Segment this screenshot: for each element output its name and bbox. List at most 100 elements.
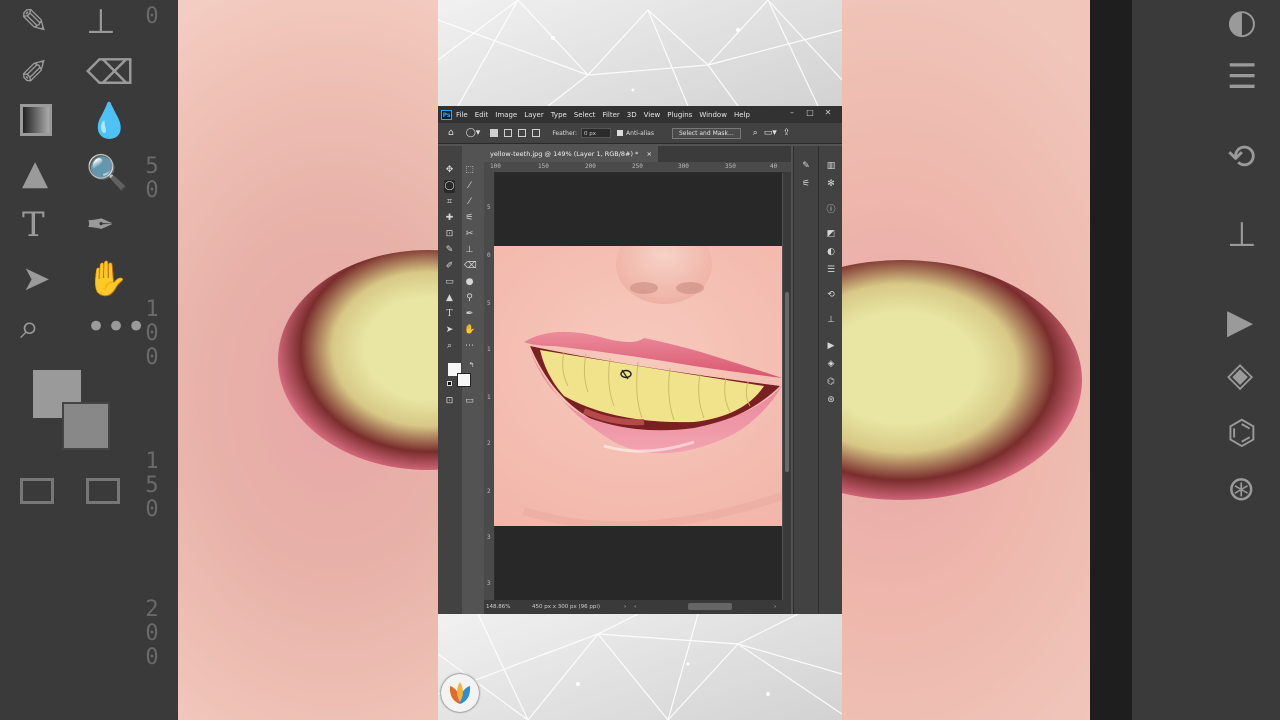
lasso-icon[interactable]: ◯ [444, 180, 455, 193]
search-icon[interactable]: ⌕ [753, 128, 758, 138]
color-icon[interactable]: ◩ [825, 228, 837, 240]
blur-icon[interactable]: ● [464, 276, 475, 289]
brush-icon: ✎ [20, 2, 49, 42]
tools-panel: ✥ ⬚ ◯ ⁄ ⌗ ⁄ ✚ ⚟ ⊡ ✂ ✎ ⊥ ✐ ⌫ ▭ ● ▲ ⚲ T ✒ … [438, 146, 477, 614]
layers-icon[interactable]: ◈ [825, 358, 837, 370]
zoom-level[interactable]: 148.86% [486, 600, 510, 614]
brush-icon[interactable]: ✎ [444, 244, 455, 257]
menu-layer[interactable]: Layer [524, 111, 544, 119]
workspace-icon[interactable]: ▭▾ [764, 128, 777, 138]
crop-icon[interactable]: ⌗ [444, 196, 455, 209]
menu-file[interactable]: File [456, 111, 468, 119]
more-icon: ••• [86, 307, 147, 347]
ruler-label: 5 [487, 204, 491, 211]
new-selection-icon[interactable] [490, 129, 499, 137]
ruler-label: 5 [487, 300, 491, 307]
history-brush-icon[interactable]: ✐ [444, 260, 455, 273]
scroll-right-icon[interactable]: › [774, 600, 776, 614]
eraser-icon[interactable]: ⌫ [464, 260, 477, 273]
libraries-icon[interactable]: ▥ [825, 160, 837, 172]
menu-edit[interactable]: Edit [475, 111, 489, 119]
ruler-label: 40 [770, 163, 778, 170]
add-selection-icon[interactable] [504, 129, 513, 137]
menu-window[interactable]: Window [699, 111, 727, 119]
antialias-checkbox[interactable] [617, 130, 624, 136]
paths-icon[interactable]: ⌬ [825, 376, 837, 388]
layers-icon: ◈ [1227, 355, 1254, 395]
shape-icon[interactable]: ▲ [444, 292, 455, 305]
share-icon[interactable]: ⇪ [783, 128, 791, 138]
scroll-left-icon[interactable]: ‹ [634, 600, 636, 614]
patch-icon[interactable]: ⊡ [444, 228, 455, 241]
gradient-icon[interactable]: ▭ [444, 276, 455, 289]
subtract-selection-icon[interactable] [518, 129, 527, 137]
clone-icon[interactable]: ✂ [464, 228, 475, 241]
sliders-icon[interactable]: ☰ [825, 264, 837, 276]
menu-plugins[interactable]: Plugins [667, 111, 692, 119]
actions-play-icon[interactable]: ▶ [825, 340, 837, 352]
background-color-swatch[interactable] [457, 373, 471, 387]
info-arrow-icon[interactable]: › [624, 600, 626, 614]
ruler-icon[interactable]: ⚟ [464, 212, 475, 225]
screen-mode-icon[interactable]: ▭ [464, 395, 475, 408]
eyedropper-icon[interactable]: ⁄ [464, 196, 475, 209]
options-bar: ⌂ ◯▾ Feather: 0 px Anti-alias Select and… [438, 123, 842, 144]
vertical-scroll-thumb[interactable] [785, 292, 789, 472]
magic-wand-icon[interactable]: ⁄ [464, 180, 475, 193]
panel-dock-right: ▥ ✻ ⓘ ◩ ◐ ☰ ⟲ ⊥ ▶ ◈ ⌬ ⊛ [818, 146, 842, 614]
menu-3d[interactable]: 3D [627, 111, 637, 119]
feather-input[interactable]: 0 px [581, 128, 612, 138]
photoshop-logo: Ps [441, 109, 452, 120]
minimize-button[interactable]: – [782, 106, 802, 123]
quickmask-icon[interactable]: ⊡ [444, 395, 455, 408]
screen-mode-icon [86, 478, 120, 504]
properties-icon[interactable]: ✻ [825, 178, 837, 190]
ruler-label: 2 [487, 488, 491, 495]
default-colors-icon[interactable] [447, 381, 452, 386]
pen-icon: ✒ [86, 205, 115, 245]
document-tab[interactable]: yellow-teeth.jpg @ 149% (Layer 1, RGB/8#… [484, 146, 658, 162]
close-button[interactable]: ✕ [818, 106, 838, 123]
zoom-icon[interactable]: ⌕ [444, 340, 455, 353]
blur-icon: 💧 [88, 101, 131, 141]
hand-icon[interactable]: ✋ [464, 324, 475, 337]
menu-bar: Ps File Edit Image Layer Type Select Fil… [438, 106, 842, 123]
menu-filter[interactable]: Filter [602, 111, 619, 119]
horizontal-scroll-thumb[interactable] [688, 603, 732, 610]
maximize-button[interactable]: □ [800, 106, 820, 123]
hand-icon: ✋ [86, 259, 129, 299]
ruler-label: 300 [678, 163, 689, 170]
move-icon[interactable]: ✥ [444, 164, 455, 177]
menu-type[interactable]: Type [551, 111, 567, 119]
dodge-icon[interactable]: ⚲ [464, 292, 475, 305]
history-icon[interactable]: ⟲ [825, 289, 837, 301]
home-icon[interactable]: ⌂ [448, 128, 454, 138]
info-icon[interactable]: ⓘ [825, 204, 837, 216]
channels-icon[interactable]: ⊛ [825, 394, 837, 406]
brush-settings-icon[interactable]: ✎ [800, 160, 812, 172]
swap-colors-icon[interactable]: ↰ [466, 359, 477, 372]
lasso-preset-icon[interactable]: ◯▾ [466, 128, 481, 138]
background-right: ◐ ☰ ⟲ ⊥ ▶ ◈ ⌬ ⊛ [842, 0, 1280, 720]
close-tab-icon[interactable]: × [646, 150, 651, 158]
type-icon[interactable]: T [444, 308, 455, 321]
adjustments-icon[interactable]: ◐ [825, 246, 837, 258]
menu-image[interactable]: Image [495, 111, 517, 119]
select-and-mask-button[interactable]: Select and Mask... [671, 127, 741, 139]
more-icon[interactable]: ⋯ [464, 340, 475, 353]
brush-presets-icon[interactable]: ⚟ [800, 178, 812, 190]
menu-select[interactable]: Select [574, 111, 596, 119]
menu-help[interactable]: Help [734, 111, 750, 119]
vertical-scrollbar[interactable] [783, 172, 791, 600]
feather-label: Feather: [552, 129, 578, 137]
intersect-selection-icon[interactable] [532, 129, 541, 137]
path-select-icon[interactable]: ➤ [444, 324, 455, 337]
menu-view[interactable]: View [644, 111, 661, 119]
pen-icon[interactable]: ✒ [464, 308, 475, 321]
stamp-icon[interactable]: ⊥ [464, 244, 475, 257]
clone-source-icon[interactable]: ⊥ [825, 314, 837, 326]
document-image[interactable] [494, 246, 782, 526]
marquee-icon[interactable]: ⬚ [464, 164, 475, 177]
actions-play-icon: ▶ [1227, 302, 1254, 342]
healing-icon[interactable]: ✚ [444, 212, 455, 225]
